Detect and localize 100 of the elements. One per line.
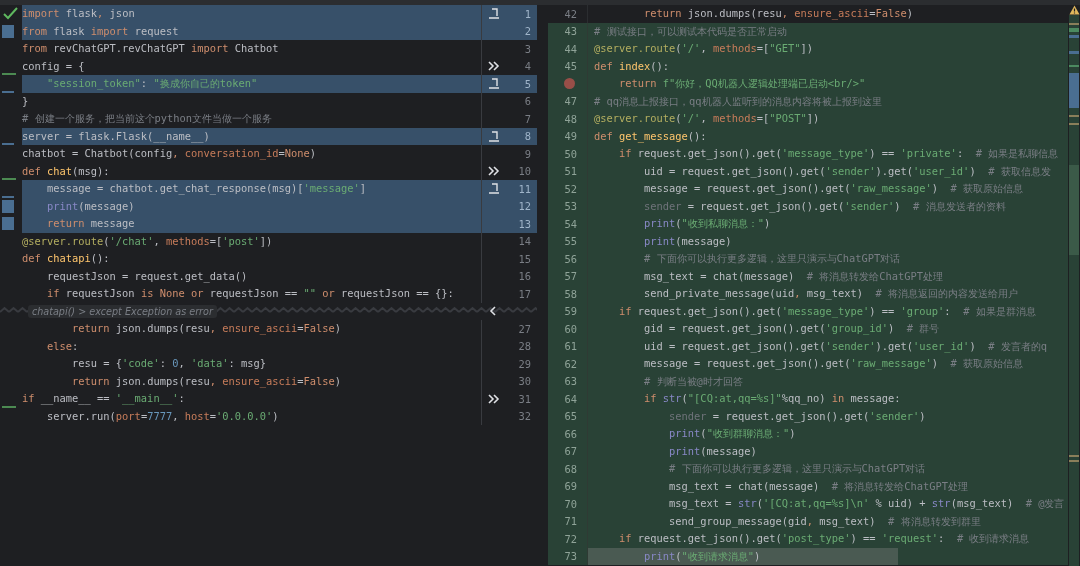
line-number: 54 <box>564 217 577 230</box>
line-number: 57 <box>564 270 577 283</box>
code-line: def get_message(): <box>593 128 708 145</box>
corner-arrow-icon[interactable] <box>487 78 500 90</box>
code-line: if __name__ == '__main__': <box>22 391 186 407</box>
line-number: 73 <box>564 550 577 563</box>
line-number: 12 <box>517 199 532 215</box>
code-line: send_private_message(uid, msg_text) # 将消息返回的内容发送给用户 <box>643 286 1020 302</box>
line-number: 1 <box>523 6 532 22</box>
corner-arrow-icon[interactable] <box>487 130 500 142</box>
breadcrumb-label[interactable]: chatapi() > except Exception as error <box>28 304 217 318</box>
code-line: print(message) <box>668 443 758 459</box>
line-number: 42 <box>564 7 577 20</box>
code-line: # 判断当被@时才回答 <box>643 373 744 389</box>
code-line: def index(): <box>593 58 671 74</box>
code-line: requestJson = request.get_data() <box>46 268 249 285</box>
code-line: print(message) <box>46 198 136 214</box>
line-number: 45 <box>564 60 577 73</box>
line-number: 67 <box>564 445 577 458</box>
line-number: 2 <box>523 24 532 40</box>
code-line: } <box>22 93 30 109</box>
code-line: print(message) <box>643 233 733 249</box>
corner-arrow-icon[interactable] <box>487 183 500 195</box>
line-number: 52 <box>564 182 577 195</box>
code-line: return json.dumps(resu, ensure_ascii=False) <box>643 6 915 22</box>
line-number: 17 <box>517 286 532 302</box>
line-number: 72 <box>564 532 577 545</box>
line-number: 58 <box>564 287 577 300</box>
code-line: return message <box>46 216 136 231</box>
line-number: 14 <box>517 234 532 250</box>
line-number: 6 <box>523 94 532 110</box>
code-line: return f"你好，QQ机器人逻辑处理端已启动<br/>" <box>618 76 867 91</box>
line-number: 44 <box>564 42 577 55</box>
line-number: 13 <box>517 216 532 232</box>
line-number: 7 <box>523 111 532 127</box>
code-line: if str("[CQ:at,qq=%s]"%qq_no) in message: <box>643 391 902 407</box>
code-line: if request.get_json().get('message_type') == 'private': # 如果是私聊信息 <box>618 146 1060 162</box>
code-line: # 下面你可以执行更多逻辑，这里只演示与ChatGPT对话 <box>643 251 902 266</box>
line-number: 43 <box>564 25 577 38</box>
line-number: 27 <box>517 321 532 337</box>
code-line: server.run(port=7777, host='0.0.0.0') <box>46 408 280 424</box>
code-line: from revChatGPT.revChatGPT import Chatbot <box>22 41 280 56</box>
code-line: from flask import request <box>22 23 180 39</box>
line-number: 64 <box>564 392 577 405</box>
line-number: 30 <box>517 374 532 390</box>
line-number: 69 <box>564 480 577 493</box>
line-number: 48 <box>564 112 577 125</box>
line-number: 16 <box>517 269 532 285</box>
code-line: message = request.get_json().get('raw_message') # 获取原始信息 <box>643 356 1025 372</box>
code-line: msg_text = chat(message) # 将消息转发给ChatGPT处理 <box>668 478 970 495</box>
double-chevron-icon[interactable] <box>487 393 500 404</box>
code-line: message = request.get_json().get('raw_message') # 获取原始信息 <box>643 181 1025 197</box>
line-number: 65 <box>564 410 577 423</box>
code-line: # 测试接口，可以测试本代码是否正常启动 <box>593 23 788 39</box>
code-line: "session_token": "换成你自己的token" <box>46 76 259 92</box>
line-number: 56 <box>564 252 577 265</box>
code-line: msg_text = chat(message) # 将消息转发给ChatGPT处理 <box>643 268 944 285</box>
change-marker <box>2 73 16 75</box>
code-line: return json.dumps(resu, ensure_ascii=False) <box>71 321 343 337</box>
line-number: 50 <box>564 147 577 160</box>
line-number: 66 <box>564 427 577 440</box>
line-number: 15 <box>517 251 532 267</box>
chevron-left-icon[interactable] <box>489 306 497 317</box>
line-number: 70 <box>564 497 577 510</box>
code-line: sender = request.get_json().get('sender') <box>668 408 927 425</box>
double-chevron-icon[interactable] <box>487 61 500 72</box>
line-number: 28 <box>517 339 532 355</box>
warning-icon[interactable] <box>1068 5 1080 15</box>
code-line: resu = {'code': 0, 'data': msg} <box>71 356 268 371</box>
line-number: 31 <box>517 391 532 407</box>
line-number: 63 <box>564 375 577 388</box>
line-number: 71 <box>564 515 577 528</box>
line-number: 49 <box>564 130 577 143</box>
line-number: 55 <box>564 235 577 248</box>
code-line: import flask, json <box>22 6 136 21</box>
double-chevron-icon[interactable] <box>487 166 500 177</box>
checkmark-icon <box>3 7 19 20</box>
code-line: uid = request.get_json().get('sender').get('user_id') # 获取信息发 <box>643 163 1052 180</box>
code-line: gid = request.get_json().get('group_id') # 群号 <box>643 321 941 337</box>
code-line: server = flask.Flask(__name__) <box>22 128 211 145</box>
code-line: def chatapi(): <box>22 251 111 266</box>
code-line: @server.route('/', methods=["POST"]) <box>593 111 821 126</box>
line-number: 4 <box>523 59 532 75</box>
line-number: 62 <box>564 357 577 370</box>
line-number: 61 <box>564 340 577 353</box>
code-line: chatbot = Chatbot(config, conversation_id=None) <box>22 146 318 162</box>
line-number: 68 <box>564 462 577 475</box>
line-number: 60 <box>564 322 577 335</box>
code-line: def chat(msg): <box>22 163 111 179</box>
code-line: else: <box>46 338 80 354</box>
code-line: return json.dumps(resu, ensure_ascii=False) <box>71 373 343 390</box>
line-number: 3 <box>523 41 532 57</box>
code-line: sender = request.get_json().get('sender') # 消息发送者的资料 <box>643 198 1007 215</box>
line-number: 59 <box>564 305 577 318</box>
code-line: config = { <box>22 58 86 74</box>
code-line: uid = request.get_json().get('sender').get('user_id') # 发言者的q <box>643 338 1048 355</box>
line-number: 5 <box>523 76 532 92</box>
corner-arrow-icon[interactable] <box>487 8 500 20</box>
change-marker <box>2 178 16 180</box>
code-line: msg_text = str('[CQ:at,qq=%s]\n' % uid) + str(msg_text) # @发言 <box>668 496 1066 512</box>
